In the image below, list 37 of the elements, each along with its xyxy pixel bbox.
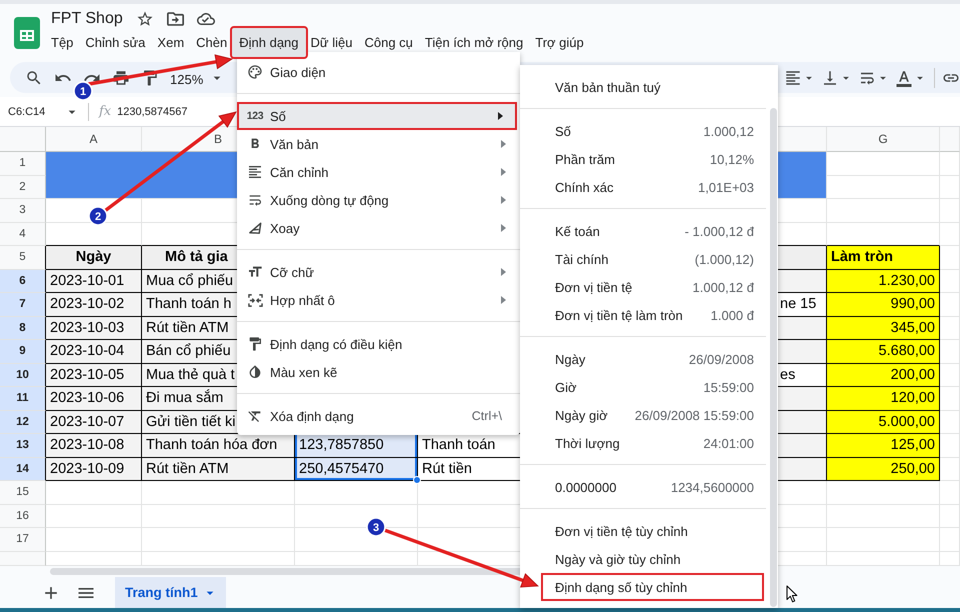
table-cell: 250,4575470 [295, 458, 418, 481]
table-cell: 5.000,00 [827, 410, 940, 434]
table-cell: 2023-10-08 [46, 434, 142, 458]
format-example: 1.000,12 [703, 124, 754, 138]
table-cell: 2023-10-07 [46, 410, 142, 434]
table-cell: 2023-10-03 [46, 316, 142, 340]
table-cell: 5.680,00 [827, 340, 940, 364]
shortcut-hint: Ctrl+\ [472, 409, 502, 423]
table-cell: Ngày [46, 246, 142, 270]
table-cell: 345,00 [827, 316, 940, 340]
format-example: 24:01:00 [703, 436, 754, 450]
table-cell: Thanh toán hóa đơn [142, 434, 295, 458]
format-example: 26/09/2008 [688, 352, 754, 366]
table-cell: 2023-10-06 [46, 387, 142, 410]
format-example: 10,12% [710, 152, 754, 166]
format-example: 26/09/2008 15:59:00 [634, 408, 754, 422]
table-cell: 2023-10-02 [46, 293, 142, 316]
table-cell: 2023-10-05 [46, 364, 142, 387]
table-cell: 2023-10-04 [46, 340, 142, 364]
format-example: 1,01E+03 [698, 180, 754, 194]
numbers-glyph: 123 [246, 110, 264, 122]
table-cell: Rút tiền ATM [142, 458, 295, 481]
table-cell: 120,00 [827, 387, 940, 410]
table-cell: 250,00 [827, 458, 940, 481]
table-cell: 125,00 [827, 434, 940, 458]
format-example: 1.000,12 đ [692, 280, 754, 294]
fx-label: fx [99, 104, 112, 119]
table-cell: 1.230,00 [827, 270, 940, 293]
format-example: - 1.000,12 đ [684, 224, 754, 238]
format-example: (1.000,12) [694, 252, 754, 266]
table-cell: 2023-10-01 [46, 270, 142, 293]
format-example: 1234,5600000 [670, 480, 754, 494]
table-cell: Làm tròn [827, 246, 940, 270]
table-cell: 990,00 [827, 293, 940, 316]
table-cell: 123,7857850 [295, 434, 418, 458]
table-cell: 2023-10-09 [46, 458, 142, 481]
table-cell: 200,00 [827, 364, 940, 387]
